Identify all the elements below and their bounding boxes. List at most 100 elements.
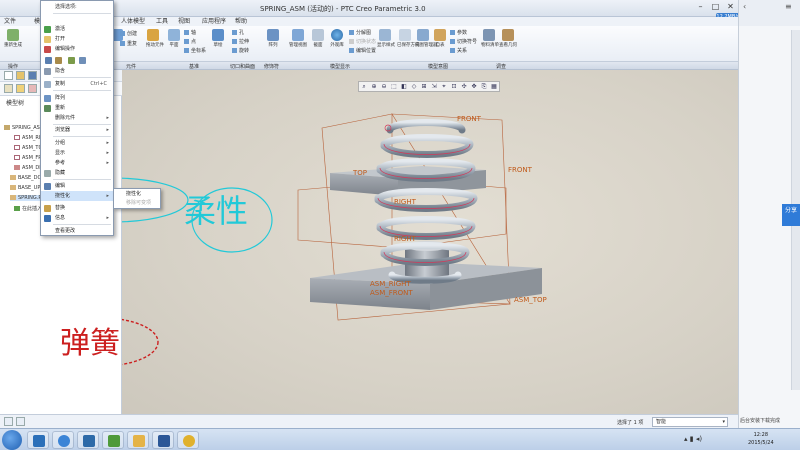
- taskbar-creo[interactable]: [102, 431, 124, 449]
- edit-position-button[interactable]: 编辑位置: [349, 47, 376, 54]
- folder-browser-tab-icon[interactable]: [16, 84, 25, 93]
- settings-icon[interactable]: ≡: [785, 2, 792, 11]
- hole-button[interactable]: 孔: [232, 29, 244, 36]
- view-manager-icon: [417, 29, 429, 41]
- quick-pencil-icon[interactable]: [55, 57, 62, 64]
- start-button[interactable]: [2, 430, 22, 450]
- bom-icon: [483, 29, 495, 41]
- clock[interactable]: 12:28 2015/5/24: [748, 431, 774, 447]
- repeat-button[interactable]: 重复: [120, 40, 137, 47]
- system-tray[interactable]: ▴ ▮ ◂): [684, 435, 702, 443]
- group-operations[interactable]: 操作: [8, 63, 18, 70]
- group-cut-surface[interactable]: 切口和曲面: [230, 63, 255, 70]
- table-button[interactable]: 自表: [433, 29, 447, 48]
- share-button[interactable]: 分享: [782, 204, 800, 226]
- geometry-check-button[interactable]: 查看几何: [499, 29, 517, 48]
- revolve-button[interactable]: 旋转: [232, 47, 249, 54]
- tab-help[interactable]: 帮助: [235, 17, 247, 26]
- tab-file[interactable]: 文件: [4, 17, 16, 26]
- tab-view[interactable]: 视图: [178, 17, 190, 26]
- appearance-button[interactable]: 外观库: [329, 29, 345, 48]
- graphics-window[interactable]: ⌕ ⊕ ⊖ ⬚ ◧ ◇ ⊞ ⇲ ⌖ ⊡ ✣ ✥ ⎘ ▦ FRONT FRONT …: [60, 70, 738, 414]
- menu-item-activate[interactable]: 激活: [41, 24, 113, 34]
- submenu-item-make-flexible[interactable]: 挠性化: [114, 190, 160, 199]
- tab-manikin[interactable]: 人体模型: [121, 17, 145, 26]
- taskbar-ie[interactable]: [52, 431, 74, 449]
- assembly-icon: [4, 125, 10, 130]
- model-tree-tab-icon[interactable]: [4, 84, 13, 93]
- point-button[interactable]: 点: [184, 38, 196, 45]
- menu-item-group[interactable]: 分组 ▸: [41, 138, 113, 148]
- group-datum[interactable]: 基准: [189, 63, 199, 70]
- taskbar-explorer[interactable]: [27, 431, 49, 449]
- axis-button[interactable]: 轴: [184, 29, 196, 36]
- manage-views-button[interactable]: 管理视图: [289, 29, 307, 48]
- menu-item-flexible[interactable]: 挠性化 ▸: [41, 191, 113, 201]
- selection-filter-dropdown[interactable]: 智能 ▾: [652, 417, 728, 427]
- menu-item-pattern[interactable]: 阵列: [41, 93, 113, 103]
- sketch-button[interactable]: 草绘: [211, 29, 225, 48]
- view-manager-button[interactable]: 视图管理器: [415, 29, 438, 48]
- favorites-tab-icon[interactable]: [28, 84, 37, 93]
- spring-assembly-model[interactable]: [122, 70, 738, 414]
- section-button[interactable]: 截面: [311, 29, 325, 48]
- context-menu: 选择选项: 激活 打开 编辑操作 隐含 复制 Ctrl+C 阵列 重新 删除元件 ▸…: [40, 0, 114, 236]
- quick-regen-icon[interactable]: [79, 57, 86, 64]
- quick-move-icon[interactable]: [68, 57, 75, 64]
- menu-item-open[interactable]: 打开: [41, 34, 113, 44]
- menu-item-hide[interactable]: 隐藏: [41, 168, 113, 178]
- relations-button[interactable]: 关系: [450, 47, 467, 54]
- quick-edit-icon[interactable]: [45, 57, 52, 64]
- switch-symbols-button[interactable]: 切换符号: [450, 38, 477, 45]
- red-ink-loop: [122, 318, 159, 366]
- extrude-button[interactable]: 拉伸: [232, 38, 249, 45]
- tray-network-icon[interactable]: ▴ ▮ ◂): [684, 435, 702, 443]
- save-icon[interactable]: [28, 71, 37, 80]
- group-model-display[interactable]: 模型显示: [330, 63, 350, 70]
- display-style-button[interactable]: 显示样式: [377, 29, 395, 48]
- drag-component-button[interactable]: 拖动元件: [146, 29, 164, 48]
- parameters-button[interactable]: 参数: [450, 29, 467, 36]
- pattern-button[interactable]: 阵列: [266, 29, 280, 48]
- menu-item-replace[interactable]: 替换: [41, 203, 113, 213]
- tab-applications[interactable]: 应用程序: [202, 17, 226, 26]
- appearance-icon: [331, 29, 343, 41]
- tree-item-insert-here[interactable]: 在此插入: [14, 205, 42, 212]
- taskbar-folder[interactable]: [127, 431, 149, 449]
- exploded-view-button[interactable]: 分解图: [349, 29, 371, 36]
- back-arrow-icon[interactable]: ‹: [743, 2, 746, 11]
- maximize-button[interactable]: □: [708, 0, 723, 14]
- taskbar-word[interactable]: [152, 431, 174, 449]
- bom-button[interactable]: 物料清单: [481, 29, 499, 48]
- csys-button[interactable]: 坐标系: [184, 47, 206, 54]
- minimize-button[interactable]: –: [693, 0, 708, 14]
- group-investigate[interactable]: 调查: [496, 63, 506, 70]
- tab-tools[interactable]: 工具: [156, 17, 168, 26]
- menu-item-redefine[interactable]: 重新: [41, 103, 113, 113]
- taskbar-connect[interactable]: [77, 431, 99, 449]
- menu-item-suppress[interactable]: 隐含: [41, 66, 113, 76]
- menu-item-display[interactable]: 显示 ▸: [41, 148, 113, 158]
- menu-item-copy[interactable]: 复制 Ctrl+C: [41, 79, 113, 89]
- menu-item-info[interactable]: 信息 ▸: [41, 213, 113, 223]
- create-label[interactable]: 创建: [120, 30, 137, 37]
- menu-item-edit[interactable]: 编辑: [41, 181, 113, 191]
- group-model-intent[interactable]: 模型意图: [428, 63, 448, 70]
- close-button[interactable]: ✕: [723, 0, 738, 14]
- submenu-arrow-icon: ▸: [106, 127, 109, 133]
- taskbar-chat[interactable]: [177, 431, 199, 449]
- menu-item-edit-operations[interactable]: 编辑操作: [41, 44, 113, 54]
- saved-orientation-button[interactable]: 已保存方向: [397, 29, 420, 48]
- toggle-navigator-icon[interactable]: [4, 417, 13, 426]
- new-file-icon[interactable]: [4, 71, 13, 80]
- menu-item-browser[interactable]: 浏览器 ▸: [41, 125, 113, 135]
- group-component[interactable]: 元件: [126, 63, 136, 70]
- open-folder-icon[interactable]: [16, 71, 25, 80]
- group-modifiers[interactable]: 修饰符: [264, 63, 279, 70]
- menu-item-references[interactable]: 参考 ▸: [41, 158, 113, 168]
- regenerate-button[interactable]: 重新生成: [4, 29, 22, 48]
- menu-item-view-changes[interactable]: 查看更改: [41, 226, 113, 236]
- toggle-browser-icon[interactable]: [16, 417, 25, 426]
- plane-button[interactable]: 平面: [167, 29, 181, 48]
- menu-item-delete-component[interactable]: 删除元件 ▸: [41, 113, 113, 123]
